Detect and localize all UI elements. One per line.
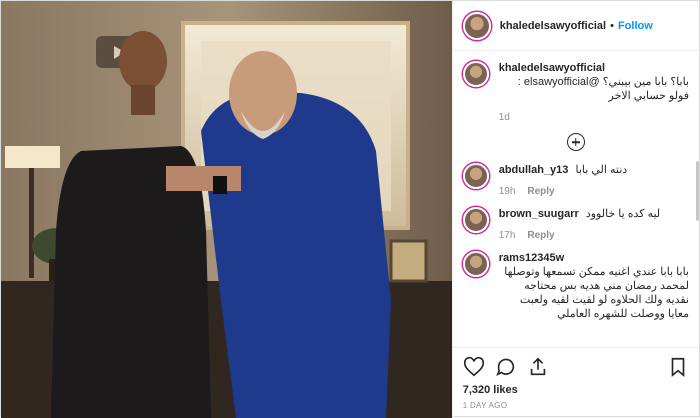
comment-avatar[interactable] — [462, 207, 489, 233]
bookmark-icon[interactable] — [667, 356, 689, 378]
comment-username[interactable]: rams12345w — [499, 252, 564, 264]
instagram-post: khaledelsawyofficial • Follow khaledelsa… — [0, 0, 700, 418]
comment-text: دنته الي بابا — [575, 164, 628, 176]
photo-illustration — [1, 1, 452, 418]
follow-button[interactable]: Follow — [618, 20, 653, 32]
share-icon[interactable] — [527, 356, 549, 378]
comment-avatar[interactable] — [462, 251, 489, 277]
comment-username[interactable]: brown_suugarr — [499, 208, 579, 220]
comment-text: ليه كده يا خالوود — [585, 208, 661, 220]
caption-item: khaledelsawyofficial بابا؟ بابا مين بيبن… — [462, 61, 689, 125]
comment-age: 17h — [498, 230, 516, 241]
reply-button[interactable]: Reply — [527, 229, 554, 243]
comment-avatar[interactable] — [462, 163, 489, 189]
caption-username[interactable]: khaledelsawyofficial — [499, 62, 605, 74]
post-sidebar: khaledelsawyofficial • Follow khaledelsa… — [451, 1, 699, 418]
caption-text: بابا؟ بابا مين بيبني؟ @elsawyofficial : … — [517, 76, 689, 102]
caption-age: 1d — [498, 112, 510, 123]
author-username[interactable]: khaledelsawyofficial — [500, 20, 606, 32]
comments-scrollbar[interactable] — [696, 161, 699, 221]
comment-icon[interactable] — [495, 356, 517, 378]
comments-section[interactable]: khaledelsawyofficial بابا؟ بابا مين بيبن… — [453, 51, 699, 347]
post-header: khaledelsawyofficial • Follow — [452, 1, 699, 51]
caption-avatar[interactable] — [462, 61, 489, 87]
post-actions: 7,320 likes 1 DAY AGO — [452, 347, 699, 418]
comment-age: 19h — [498, 186, 516, 197]
post-timestamp: 1 DAY AGO — [462, 401, 508, 410]
comment-text: بابا بابا عندي اغنيه ممكن تسمعها وتوصلها… — [504, 266, 689, 320]
comment-item: abdullah_y13 دنته الي بابا 19h Reply — [462, 163, 689, 199]
author-avatar[interactable] — [462, 11, 491, 40]
comment-username[interactable]: abdullah_y13 — [499, 164, 569, 176]
separator-dot: • — [610, 19, 614, 32]
reply-button[interactable]: Reply — [527, 185, 554, 199]
load-more-comments-icon[interactable] — [566, 133, 585, 151]
likes-count[interactable]: 7,320 likes — [463, 384, 689, 396]
comment-item: rams12345w بابا بابا عندي اغنيه ممكن تسم… — [462, 251, 689, 321]
comment-item: brown_suugarr ليه كده يا خالوود 17h Repl… — [462, 207, 689, 243]
post-photo[interactable] — [1, 1, 452, 418]
heart-icon[interactable] — [463, 356, 485, 378]
